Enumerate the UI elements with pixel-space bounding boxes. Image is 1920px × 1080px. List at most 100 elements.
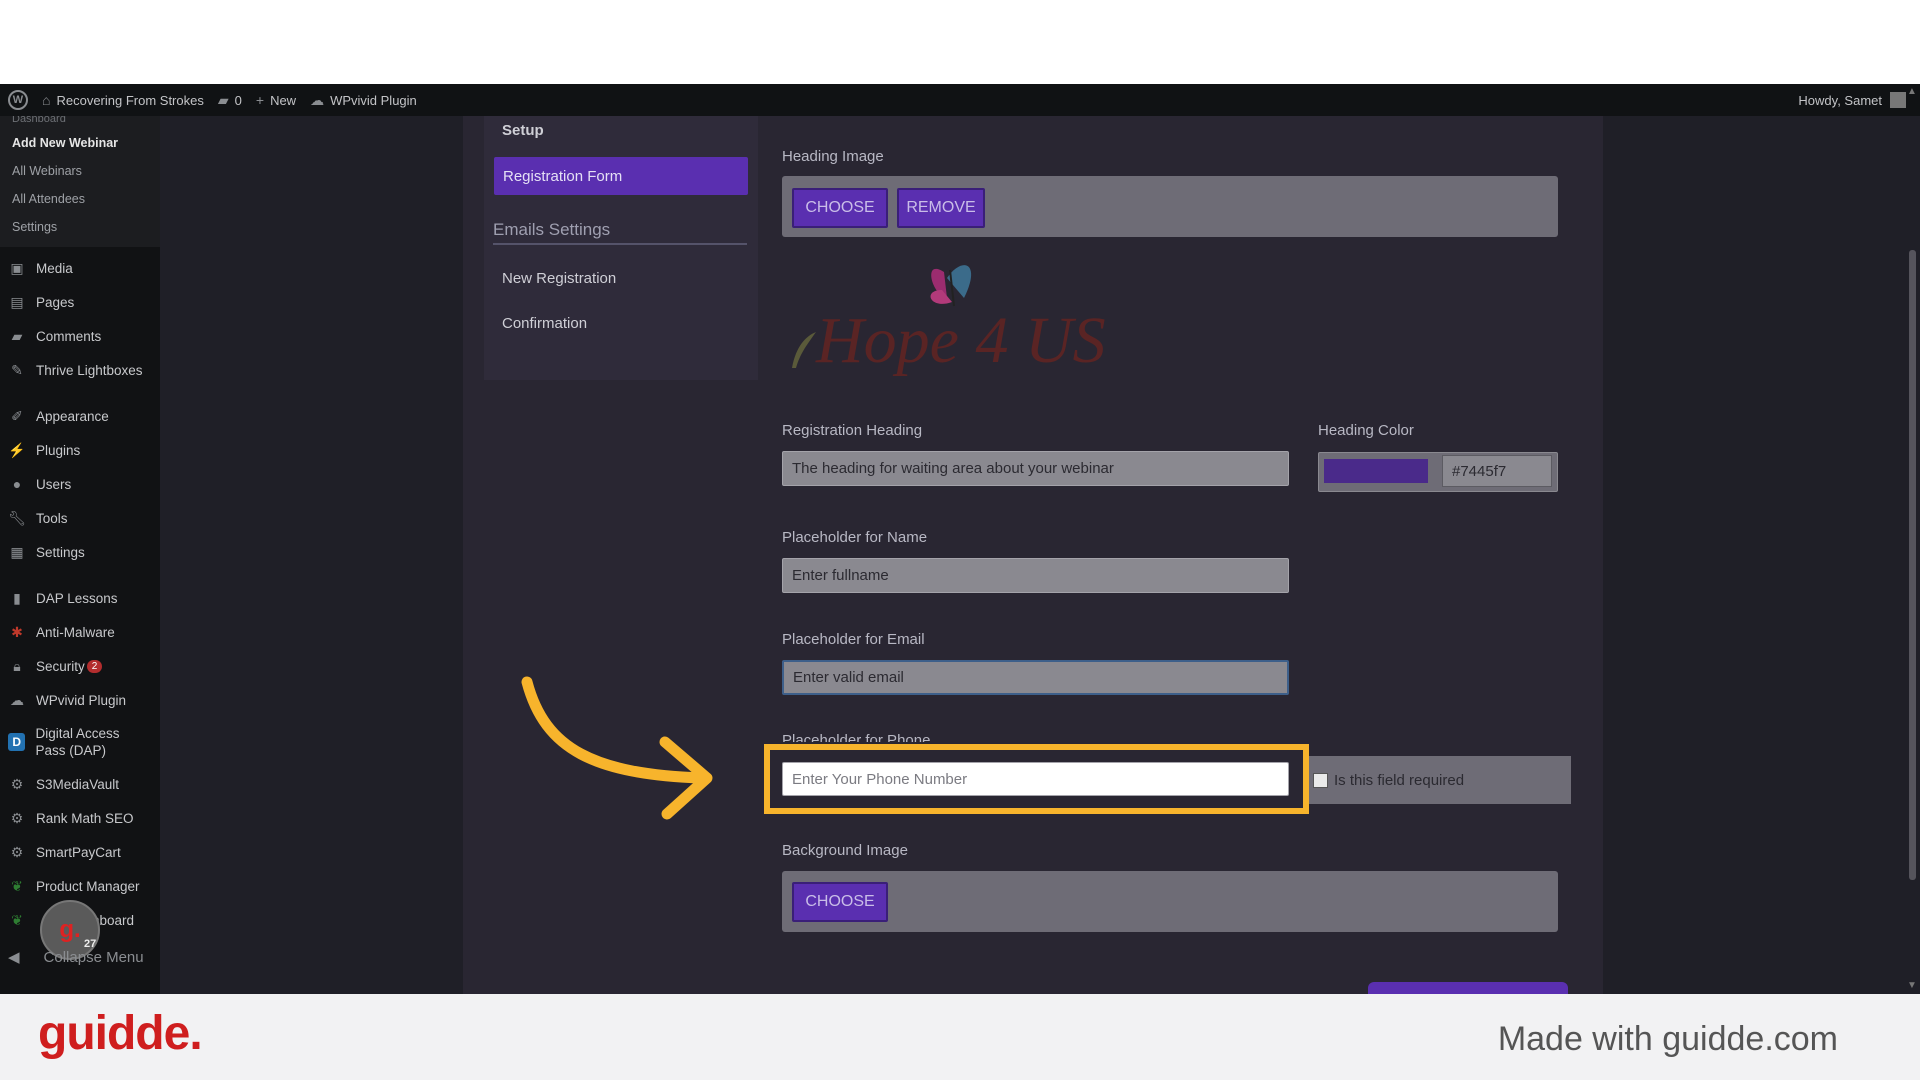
gear-icon: ⚙: [10, 809, 24, 826]
sidebar-item-appearance[interactable]: ✐ Appearance: [0, 399, 160, 433]
name-placeholder-input[interactable]: Enter fullname: [782, 558, 1289, 593]
nav-divider: [493, 243, 747, 245]
lock-icon: 🔒︎: [13, 657, 21, 674]
dap-icon: D: [8, 733, 26, 751]
scroll-up-icon[interactable]: ▲: [1907, 86, 1917, 97]
email-placeholder-input[interactable]: Enter valid email: [782, 660, 1289, 695]
webinar-submenu: Dashboard Add New Webinar All Webinars A…: [0, 116, 160, 247]
name-placeholder-label: Placeholder for Name: [782, 529, 928, 546]
pages-icon: ▤: [10, 293, 24, 310]
submenu-all-webinars[interactable]: All Webinars: [0, 159, 160, 183]
admin-bar-account[interactable]: Howdy, Samet: [1798, 92, 1906, 108]
background-image-label: Background Image: [782, 842, 908, 859]
admin-bar: W ⌂ Recovering From Strokes ▰ 0 + New ☁ …: [0, 84, 1920, 116]
admin-bar-plugin[interactable]: ☁ WPvivid Plugin: [310, 92, 417, 109]
submenu-settings[interactable]: Settings: [0, 215, 160, 239]
email-placeholder-label: Placeholder for Email: [782, 631, 925, 648]
sidebar-item-security[interactable]: 🔒︎ Security 2: [0, 649, 160, 683]
sidebar-item-s3mediavault[interactable]: ⚙ S3MediaVault: [0, 767, 160, 801]
butterfly-icon: [930, 265, 972, 307]
site-name: Recovering From Strokes: [56, 92, 204, 108]
media-icon: ▣: [10, 259, 24, 276]
users-icon: ●: [12, 476, 22, 492]
sidebar-item-tools[interactable]: 🔧︎ Tools: [0, 501, 160, 535]
admin-bar-site[interactable]: ⌂ Recovering From Strokes: [42, 92, 204, 108]
scrollbar-thumb[interactable]: [1909, 250, 1916, 880]
brush-icon: ✐: [11, 407, 23, 424]
greeting: Howdy, Samet: [1798, 92, 1882, 108]
sidebar-item-settings[interactable]: ▦ Settings: [0, 535, 160, 569]
gear-icon: ⚙: [10, 775, 24, 792]
collapse-icon: ◀: [8, 949, 20, 966]
sidebar-item-users[interactable]: ● Users: [0, 467, 160, 501]
sidebar-item-media[interactable]: ▣ Media: [0, 251, 160, 285]
collapse-menu[interactable]: ◀ Collapse Menu: [8, 948, 144, 967]
plus-icon: +: [255, 92, 265, 108]
admin-sidebar: Dashboard Add New Webinar All Webinars A…: [0, 116, 160, 994]
sidebar-item-plugins[interactable]: ⚡ Plugins: [0, 433, 160, 467]
phone-required-checkbox[interactable]: [1313, 772, 1328, 788]
guidde-logo: guidde.: [38, 1007, 203, 1060]
sidebar-item-anti-malware[interactable]: ✱ Anti-Malware: [0, 615, 160, 649]
plug-icon: ⚡: [8, 441, 26, 458]
phone-placeholder-label: Placeholder for Phone: [782, 732, 931, 742]
highlight-frame: [764, 744, 1309, 814]
wrench-icon: 🔧︎: [8, 509, 26, 526]
comment-icon: ▰: [217, 91, 229, 108]
guidde-footer: guidde. Made with guidde.com: [0, 994, 1920, 1080]
comments-icon: ▰: [11, 327, 23, 344]
nav-setup[interactable]: Setup: [502, 122, 544, 139]
comments-count: 0: [234, 92, 242, 108]
registration-heading-label: Registration Heading: [782, 422, 923, 439]
sidebar-item-product-manager[interactable]: ❦ Product Manager: [0, 869, 160, 903]
heading-color-hex-input[interactable]: #7445f7: [1442, 455, 1552, 487]
phone-required-box: Is this field required: [1309, 756, 1571, 804]
background-image-choose-button[interactable]: CHOOSE: [792, 882, 888, 922]
made-with-text: Made with guidde.com: [1497, 1020, 1838, 1058]
settings-nav: Setup Registration Form Emails Settings …: [484, 116, 758, 380]
sidebar-item-thrive-lightboxes[interactable]: ✎ Thrive Lightboxes: [0, 353, 160, 387]
sidebar-item-dashboard[interactable]: Dashboard: [0, 116, 160, 122]
home-icon: ⌂: [42, 92, 51, 108]
svg-text:Hope 4 US: Hope 4 US: [815, 304, 1106, 377]
sidebar-item-comments[interactable]: ▰ Comments: [0, 319, 160, 353]
nav-registration-form[interactable]: Registration Form: [494, 157, 748, 195]
registration-heading-input[interactable]: The heading for waiting area about your …: [782, 451, 1289, 486]
leaf-icon: ❦: [11, 911, 23, 928]
security-badge: 2: [86, 659, 103, 673]
admin-bar-new[interactable]: + New: [256, 92, 296, 108]
top-margin: [0, 0, 1920, 84]
sidebar-item-dap[interactable]: D Digital Access Pass (DAP): [0, 717, 160, 767]
pin-icon: ✎: [11, 361, 23, 378]
sidebar-item-rank-math[interactable]: ⚙ Rank Math SEO: [0, 801, 160, 835]
phone-required-label: Is this field required: [1334, 771, 1465, 789]
emails-settings-heading: Emails Settings: [493, 220, 611, 239]
background-image-box: [782, 871, 1558, 932]
heading-image-remove-button[interactable]: REMOVE: [897, 188, 985, 228]
nav-new-registration[interactable]: New Registration: [502, 270, 616, 287]
save-button-partial[interactable]: [1368, 982, 1568, 994]
scroll-down-icon[interactable]: ▼: [1907, 980, 1917, 991]
submenu-all-attendees[interactable]: All Attendees: [0, 187, 160, 211]
gear-icon: ⚙: [10, 843, 24, 860]
book-icon: ▮: [13, 589, 21, 606]
cloud-icon: ☁: [310, 91, 325, 108]
heading-color-swatch[interactable]: [1324, 459, 1428, 483]
submenu-add-new-webinar[interactable]: Add New Webinar: [0, 131, 160, 155]
sidebar-item-wpvivid[interactable]: ☁ WPvivid Plugin: [0, 683, 160, 717]
hope-4-us-logo: Hope 4 US: [792, 265, 1106, 377]
bug-icon: ✱: [11, 623, 23, 640]
heading-image-choose-button[interactable]: CHOOSE: [792, 188, 888, 228]
sidebar-item-pages[interactable]: ▤ Pages: [0, 285, 160, 319]
admin-bar-comments[interactable]: ▰ 0: [218, 92, 242, 109]
wordpress-logo-icon[interactable]: W: [8, 90, 28, 110]
plugin-label: WPvivid Plugin: [330, 92, 417, 108]
cloud-icon: ☁: [10, 691, 24, 708]
leaf-icon: ❦: [11, 877, 23, 894]
new-label: New: [270, 92, 297, 108]
settings-icon: ▦: [10, 543, 24, 560]
nav-confirmation[interactable]: Confirmation: [502, 315, 587, 332]
sidebar-item-dap-lessons[interactable]: ▮ DAP Lessons: [0, 581, 160, 615]
avatar: [1890, 92, 1906, 108]
sidebar-item-smartpaycart[interactable]: ⚙ SmartPayCart: [0, 835, 160, 869]
